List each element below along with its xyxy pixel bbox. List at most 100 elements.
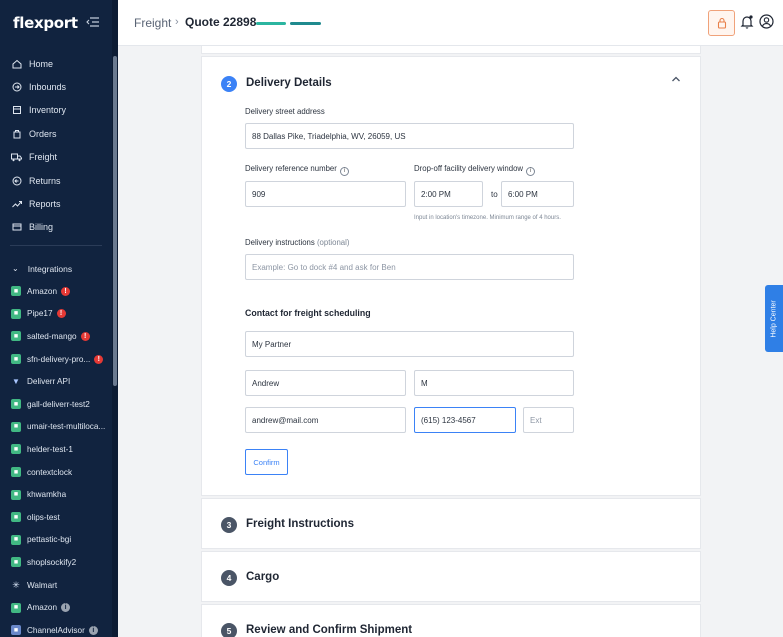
nav-label: Orders: [29, 128, 57, 139]
integrations-header[interactable]: ⌄ Integrations: [0, 257, 112, 280]
nav-item-inbounds[interactable]: Inbounds: [0, 75, 112, 98]
integration-label: Walmart: [27, 580, 58, 590]
chevron-up-icon[interactable]: [671, 75, 681, 83]
integration-item-contextclock[interactable]: ■ contextclock: [0, 461, 112, 484]
integration-item-shoplsockify2[interactable]: ■ shoplsockify2: [0, 551, 112, 574]
phone-field[interactable]: (615) 123-4567: [414, 407, 516, 433]
progress-segment: [290, 22, 321, 25]
channeladvisor-icon: ■: [11, 625, 21, 636]
integration-item-pettastic-bgi[interactable]: ■ pettastic-bgi: [0, 529, 112, 552]
nav-item-inventory[interactable]: Inventory: [0, 99, 112, 122]
shopify-bag-icon: ■: [11, 512, 21, 523]
sidebar-header: flexport: [0, 0, 118, 46]
first-name-field[interactable]: Andrew: [245, 370, 406, 396]
street-address-label: Delivery street address: [245, 107, 325, 116]
instructions-field[interactable]: Example: Go to dock #4 and ask for Ben: [245, 254, 574, 280]
shopify-bag-icon: ■: [11, 602, 21, 613]
previous-step-card: [201, 46, 701, 54]
integration-label: olips-test: [27, 512, 60, 522]
deliverr-icon: ▼: [12, 377, 20, 387]
phone-extension-field[interactable]: Ext: [523, 407, 574, 433]
integration-item-khwamkha[interactable]: ■ khwamkha: [0, 483, 112, 506]
integration-label: Pipe17: [27, 309, 53, 319]
nav-item-freight[interactable]: Freight: [0, 146, 112, 169]
instructions-label-text: Delivery instructions: [245, 238, 315, 247]
section-title: Delivery Details: [246, 77, 332, 89]
integration-item-umair-test[interactable]: ■ umair-test-multiloca...: [0, 416, 112, 439]
integration-label: contextclock: [27, 467, 73, 477]
error-badge-icon: !: [61, 286, 71, 296]
integration-item-olips-test[interactable]: ■ olips-test: [0, 506, 112, 529]
top-bar: Freight › Quote 22898: [118, 0, 783, 46]
lock-icon: [717, 17, 726, 29]
integration-item-deliverr-api[interactable]: ▼ Deliverr API: [0, 370, 112, 393]
account-icon[interactable]: [759, 14, 774, 29]
integration-label: khwamkha: [27, 490, 67, 500]
chevron-down-icon: ⌄: [12, 264, 19, 273]
street-address-field[interactable]: 88 Dallas Pike, Triadelphia, WV, 26059, …: [245, 123, 574, 149]
orders-icon: [11, 128, 22, 139]
sidebar: flexport Home Inbounds Inventory Orders …: [0, 0, 118, 637]
nav-item-reports[interactable]: Reports: [0, 192, 112, 215]
reference-number-field[interactable]: 909: [245, 181, 406, 207]
integration-item-sfn-delivery-pro[interactable]: ■ sfn-delivery-pro... !: [0, 348, 112, 371]
shopify-bag-icon: ■: [11, 331, 21, 342]
review-confirm-card[interactable]: 5 Review and Confirm Shipment: [201, 604, 701, 637]
main-content: 2 Delivery Details Delivery street addre…: [118, 46, 783, 637]
integration-item-gall-deliverr-test2[interactable]: ■ gall-deliverr-test2: [0, 393, 112, 416]
section-title: Freight Instructions: [246, 518, 354, 530]
info-icon[interactable]: i: [339, 167, 349, 176]
nav-label: Reports: [29, 199, 61, 210]
nav-item-returns[interactable]: Returns: [0, 169, 112, 192]
section-title: Review and Confirm Shipment: [246, 624, 413, 636]
window-end-field[interactable]: 6:00 PM: [501, 181, 574, 207]
shopify-bag-icon: ■: [11, 354, 21, 365]
integration-item-pipe17[interactable]: ■ Pipe17 !: [0, 303, 112, 326]
billing-icon: [11, 222, 22, 233]
integration-label: Amazon: [27, 603, 58, 613]
breadcrumb-freight[interactable]: Freight: [134, 16, 171, 30]
nav-item-orders[interactable]: Orders: [0, 122, 112, 145]
shopify-bag-icon: ■: [11, 489, 21, 500]
lock-button[interactable]: [708, 10, 735, 36]
integration-item-walmart[interactable]: ✳ Walmart: [0, 574, 112, 597]
last-name-field[interactable]: M: [414, 370, 574, 396]
integration-item-channeladvisor[interactable]: ■ ChannelAdvisor i: [0, 619, 112, 637]
returns-icon: [11, 175, 22, 186]
shopify-bag-icon: ■: [11, 467, 21, 478]
window-start-field[interactable]: 2:00 PM: [414, 181, 483, 207]
integration-label: Amazon: [27, 286, 58, 296]
nav-item-billing[interactable]: Billing: [0, 216, 112, 239]
info-icon[interactable]: i: [526, 167, 536, 176]
collapse-sidebar-icon[interactable]: [86, 16, 100, 28]
info-badge-icon: i: [88, 625, 98, 635]
notification-bell-icon[interactable]: [740, 14, 754, 30]
confirm-button[interactable]: Confirm: [245, 449, 288, 475]
inventory-icon: [11, 105, 22, 116]
nav-label: Inventory: [29, 105, 67, 116]
nav-item-home[interactable]: Home: [0, 52, 112, 75]
integration-item-salted-mango[interactable]: ■ salted-mango !: [0, 325, 112, 348]
shopify-bag-icon: ■: [11, 444, 21, 455]
instructions-label: Delivery instructions (optional): [245, 238, 349, 247]
step-number: 2: [221, 76, 237, 92]
main-nav: Home Inbounds Inventory Orders Freight R…: [0, 52, 112, 239]
reference-number-label-text: Delivery reference number: [245, 164, 337, 173]
help-center-tab[interactable]: Help Center: [765, 285, 783, 352]
email-field[interactable]: andrew@mail.com: [245, 407, 406, 433]
integration-item-helder-test-1[interactable]: ■ helder-test-1: [0, 438, 112, 461]
sidebar-scrollbar-thumb[interactable]: [113, 56, 117, 386]
flexport-logo[interactable]: flexport: [13, 14, 78, 32]
company-field[interactable]: My Partner: [245, 331, 574, 357]
trend-icon: [11, 199, 22, 210]
info-badge-icon: i: [61, 603, 71, 613]
freight-instructions-card[interactable]: 3 Freight Instructions: [201, 498, 701, 549]
integration-item-amazon[interactable]: ■ Amazon !: [0, 280, 112, 303]
integrations-header-label: Integrations: [27, 263, 73, 274]
integration-label: pettastic-bgi: [27, 535, 72, 545]
cargo-card[interactable]: 4 Cargo: [201, 551, 701, 602]
integration-label: sfn-delivery-pro...: [27, 354, 91, 364]
integration-label: helder-test-1: [27, 444, 73, 454]
integration-item-amazon-2[interactable]: ■ Amazon i: [0, 596, 112, 619]
integration-label: shoplsockify2: [27, 557, 77, 567]
